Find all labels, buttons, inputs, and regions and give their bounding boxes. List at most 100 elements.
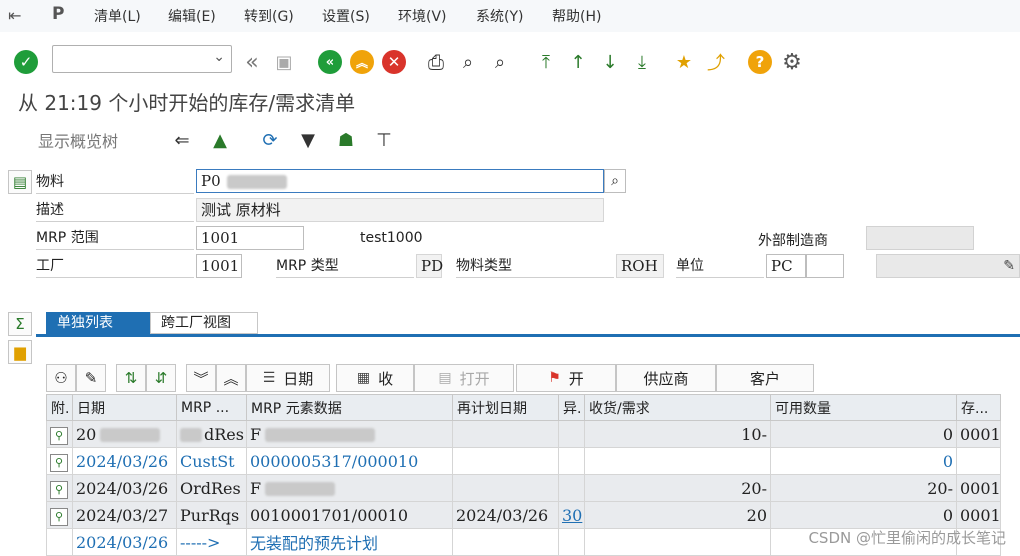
col-receipt-requirement[interactable]: 收货/需求 <box>584 394 771 421</box>
detail-row-icon[interactable]: ⚲ <box>50 480 68 499</box>
first-page-icon[interactable]: ⤒ <box>534 50 558 74</box>
date-button[interactable]: ☰ 日期 <box>246 364 330 392</box>
menu-system[interactable]: 系统(Y) <box>476 6 523 26</box>
mrp-area-label: MRP 范围 <box>36 226 194 250</box>
vendor-button[interactable]: 供应商 <box>616 364 716 392</box>
environment-icon[interactable]: ▲ <box>208 128 232 152</box>
description-field: 测试 原材料 <box>196 198 604 222</box>
sort-ascending-icon[interactable]: ⇅ <box>116 364 146 392</box>
tab-single-list[interactable]: 单独列表 <box>46 312 150 334</box>
redacted-blur <box>226 175 287 189</box>
print-icon[interactable]: ⎙ <box>424 50 448 74</box>
tab-cross-plant[interactable]: 跨工厂视图 <box>150 312 258 334</box>
exception-link[interactable]: 30 <box>558 501 585 529</box>
unit-label: 单位 <box>676 254 764 278</box>
col-attach[interactable]: 附. <box>46 394 73 421</box>
save-icon[interactable]: ▣ <box>272 50 296 74</box>
detail-row-icon[interactable]: ⚲ <box>50 426 68 445</box>
user-settings-icon[interactable]: ☗ <box>334 128 358 152</box>
unit-extra-field <box>806 254 844 278</box>
last-page-icon[interactable]: ⤓ <box>630 50 654 74</box>
watermark: CSDN @忙里偷闲的成长笔记 <box>808 529 1006 547</box>
exit-icon[interactable]: ⇤ <box>8 6 21 25</box>
overview-tree-button[interactable]: 显示概览树 <box>38 128 118 152</box>
col-mrp-element[interactable]: MRP ... <box>176 394 247 421</box>
detail-filter-icon[interactable]: ⊤ <box>372 128 396 152</box>
sum-button[interactable]: Σ <box>8 312 32 336</box>
menu-goto[interactable]: 转到(G) <box>244 6 294 26</box>
details-icon[interactable]: ⚇ <box>46 364 76 392</box>
cancel-icon[interactable]: ✕ <box>382 50 406 74</box>
material-field[interactable]: P0 <box>196 169 604 193</box>
expand-all-icon[interactable]: ︾ <box>186 364 216 392</box>
material-type-label: 物料类型 <box>456 254 614 278</box>
menu-edit[interactable]: 编辑(E) <box>168 6 216 26</box>
mrp-area-text: test1000 <box>360 230 423 246</box>
plant-label: 工厂 <box>36 254 194 278</box>
edit-icon[interactable]: ✎ <box>1003 255 1015 277</box>
col-storage[interactable]: 存... <box>956 394 1001 421</box>
mrp-area-field: 1001 <box>196 226 304 250</box>
exit-up-icon[interactable]: ︽ <box>350 50 374 74</box>
menu-environment[interactable]: 环境(V) <box>398 6 447 26</box>
help-icon[interactable]: ? <box>748 50 772 74</box>
find-icon[interactable]: ⌕ <box>456 50 480 74</box>
table-row[interactable]: ⚲ 2024/03/27 PurRqs 0010001701/00010 202… <box>46 501 1001 529</box>
table-row[interactable]: ⚲ 2024/03/26 OrdRes F 20- 20- 0001 <box>46 474 1001 502</box>
col-date[interactable]: 日期 <box>72 394 177 421</box>
material-label: 物料 <box>36 170 194 194</box>
return-icon[interactable]: ⇐ <box>170 128 194 152</box>
mrp-type-field: PD <box>416 254 443 278</box>
col-available-qty[interactable]: 可用数量 <box>770 394 957 421</box>
col-mrp-element-data[interactable]: MRP 元素数据 <box>246 394 453 421</box>
redacted-blur <box>180 428 202 442</box>
description-label: 描述 <box>36 198 194 222</box>
collapse-all-icon[interactable]: ︽ <box>216 364 246 392</box>
sap-menu-icon[interactable]: P <box>52 4 64 24</box>
filter-icon[interactable]: ▼ <box>296 128 320 152</box>
open-button[interactable]: ▤ 打开 <box>414 364 514 392</box>
header-detail-field: ✎ <box>876 254 1020 278</box>
redacted-blur <box>265 482 336 496</box>
open-flag-button[interactable]: ⚑ 开 <box>516 364 616 392</box>
detail-row-icon[interactable]: ⚲ <box>50 507 68 526</box>
next-page-icon[interactable]: ↓ <box>598 50 622 74</box>
flag-icon: ⚑ <box>548 370 561 386</box>
stock-icon[interactable]: ▆ <box>8 340 32 364</box>
toggle-header-icon[interactable]: ▤ <box>8 170 32 194</box>
menu-bar: ⇤ P 清单(L) 编辑(E) 转到(G) 设置(S) 环境(V) 系统(Y) … <box>0 0 1020 32</box>
customer-button[interactable]: 客户 <box>716 364 814 392</box>
tab-underline <box>36 334 1020 337</box>
find-next-icon[interactable]: ⌕ <box>488 50 512 74</box>
col-reschedule-date[interactable]: 再计划日期 <box>452 394 559 421</box>
mrp-type-label: MRP 类型 <box>276 254 414 278</box>
table-row[interactable]: ⚲ 2024/03/26 CustSt 0000005317/000010 0 <box>46 447 1001 475</box>
search-help-icon[interactable]: ⌕ <box>604 169 626 193</box>
table-row[interactable]: ⚲ 20 dRes F 10- 0 0001 <box>46 420 1001 448</box>
back-icon[interactable]: « <box>318 50 342 74</box>
refresh-icon[interactable]: ⟳ <box>258 128 282 152</box>
ext-manufacturer-label: 外部制造商 <box>758 233 828 249</box>
menu-list[interactable]: 清单(L) <box>94 6 141 26</box>
menu-settings[interactable]: 设置(S) <box>322 6 370 26</box>
material-type-field: ROH <box>616 254 664 278</box>
calendar-icon: ▦ <box>356 370 371 386</box>
collapse-toolbar-icon[interactable]: « <box>240 50 264 75</box>
table-header-row: 附. 日期 MRP ... MRP 元素数据 再计划日期 异. 收货/需求 可用… <box>46 394 1001 421</box>
detail-row-icon[interactable]: ⚲ <box>50 453 68 472</box>
enter-icon[interactable]: ✓ <box>14 50 38 74</box>
previous-page-icon[interactable]: ↑ <box>566 50 590 74</box>
shortcut-icon[interactable]: ⤴ <box>704 50 728 74</box>
page-title: 从 21:19 个小时开始的库存/需求清单 <box>18 91 356 115</box>
gear-icon[interactable]: ⚙ <box>780 50 804 75</box>
chevron-down-icon[interactable]: ⌄ <box>213 49 225 65</box>
command-field[interactable]: ⌄ <box>52 45 232 73</box>
pencil-icon[interactable]: ✎ <box>76 364 106 392</box>
redacted-blur <box>100 428 161 442</box>
menu-help[interactable]: 帮助(H) <box>552 6 601 26</box>
open-icon: ▤ <box>438 370 452 386</box>
receipt-button[interactable]: ▦ 收 <box>336 364 414 392</box>
sort-descending-icon[interactable]: ⇵ <box>146 364 176 392</box>
create-session-icon[interactable]: ★ <box>672 50 696 74</box>
col-exception[interactable]: 异. <box>558 394 585 421</box>
